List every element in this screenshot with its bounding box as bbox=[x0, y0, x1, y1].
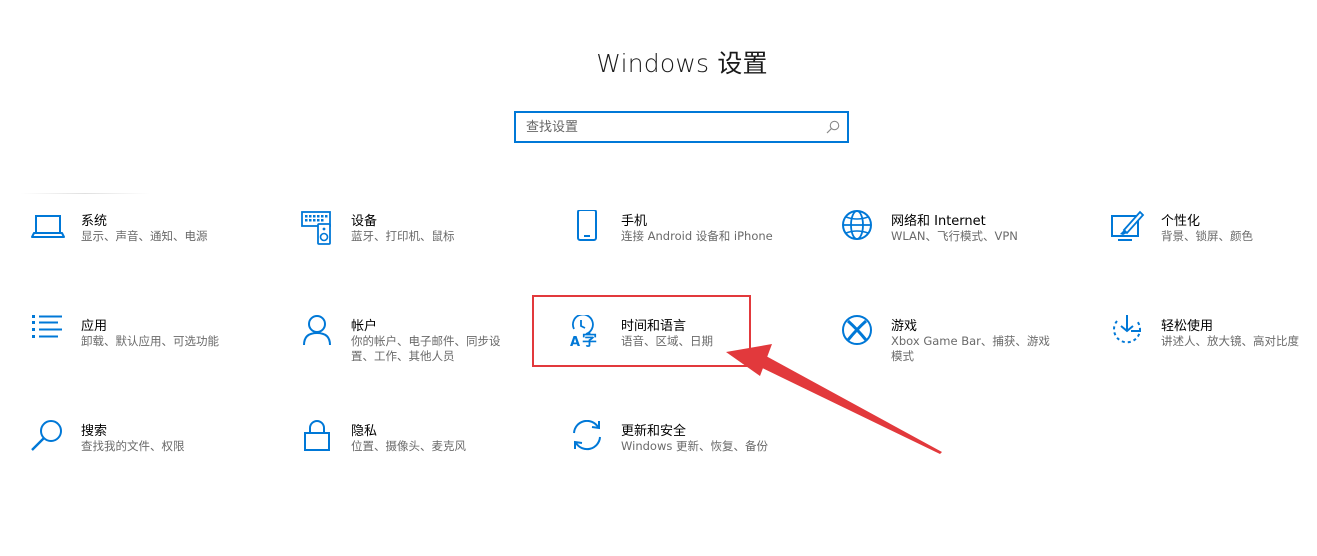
highlight-box bbox=[532, 295, 751, 367]
tile-subtitle: 蓝牙、打印机、鼠标 bbox=[351, 229, 455, 243]
lock-icon bbox=[300, 420, 336, 456]
tile-accounts[interactable]: 帐户 你的帐户、电子邮件、同步设置、工作、其他人员 bbox=[300, 315, 540, 385]
tile-subtitle: 背景、锁屏、颜色 bbox=[1161, 229, 1253, 243]
tile-title: 应用 bbox=[81, 319, 108, 334]
apps-list-icon bbox=[30, 315, 66, 351]
ease-of-access-icon bbox=[1110, 315, 1146, 351]
tile-personalization[interactable]: 个性化 背景、锁屏、颜色 bbox=[1110, 210, 1317, 280]
tile-title: 帐户 bbox=[351, 319, 378, 334]
globe-icon bbox=[840, 210, 876, 246]
tile-title: 隐私 bbox=[351, 424, 378, 439]
page-title: Windows 设置 bbox=[596, 49, 768, 78]
divider bbox=[20, 193, 150, 194]
tile-subtitle: 显示、声音、通知、电源 bbox=[81, 229, 208, 243]
search-box[interactable] bbox=[514, 111, 849, 143]
tile-title: 游戏 bbox=[891, 319, 918, 334]
tile-subtitle: 你的帐户、电子邮件、同步设置、工作、其他人员 bbox=[351, 334, 501, 363]
tile-devices[interactable]: 设备 蓝牙、打印机、鼠标 bbox=[300, 210, 540, 280]
tile-privacy[interactable]: 隐私 位置、摄像头、麦克风 bbox=[300, 420, 540, 490]
phone-icon bbox=[570, 210, 606, 246]
tile-subtitle: WLAN、飞行模式、VPN bbox=[891, 229, 1018, 243]
tile-subtitle: 连接 Android 设备和 iPhone bbox=[621, 229, 773, 243]
personalization-icon bbox=[1110, 210, 1146, 246]
tile-network[interactable]: 网络和 Internet WLAN、飞行模式、VPN bbox=[840, 210, 1080, 280]
sync-icon bbox=[570, 420, 606, 456]
tile-subtitle: 卸载、默认应用、可选功能 bbox=[81, 334, 219, 348]
pointer-arrow-icon bbox=[726, 344, 942, 454]
person-icon bbox=[300, 315, 336, 351]
tile-title: 网络和 Internet bbox=[891, 214, 986, 229]
tile-ease-of-access[interactable]: 轻松使用 讲述人、放大镜、高对比度 bbox=[1110, 315, 1317, 385]
tile-apps[interactable]: 应用 卸载、默认应用、可选功能 bbox=[30, 315, 270, 385]
tile-system[interactable]: 系统 显示、声音、通知、电源 bbox=[30, 210, 270, 280]
search-input[interactable] bbox=[526, 117, 816, 137]
tile-title: 设备 bbox=[351, 214, 378, 229]
tile-subtitle: 位置、摄像头、麦克风 bbox=[351, 439, 466, 453]
magnifier-icon bbox=[30, 420, 66, 456]
tile-title: 系统 bbox=[81, 214, 108, 229]
laptop-icon bbox=[30, 210, 66, 246]
search-icon[interactable] bbox=[825, 119, 841, 135]
tile-subtitle: 讲述人、放大镜、高对比度 bbox=[1161, 334, 1299, 348]
tile-title: 搜索 bbox=[81, 424, 108, 439]
tile-search[interactable]: 搜索 查找我的文件、权限 bbox=[30, 420, 270, 490]
tile-phone[interactable]: 手机 连接 Android 设备和 iPhone bbox=[570, 210, 810, 280]
tile-title: 轻松使用 bbox=[1161, 319, 1214, 334]
tile-subtitle: 查找我的文件、权限 bbox=[81, 439, 185, 453]
tile-title: 手机 bbox=[621, 214, 648, 229]
tile-title: 更新和安全 bbox=[621, 424, 687, 439]
tile-title: 个性化 bbox=[1161, 214, 1201, 229]
devices-icon bbox=[300, 210, 336, 246]
